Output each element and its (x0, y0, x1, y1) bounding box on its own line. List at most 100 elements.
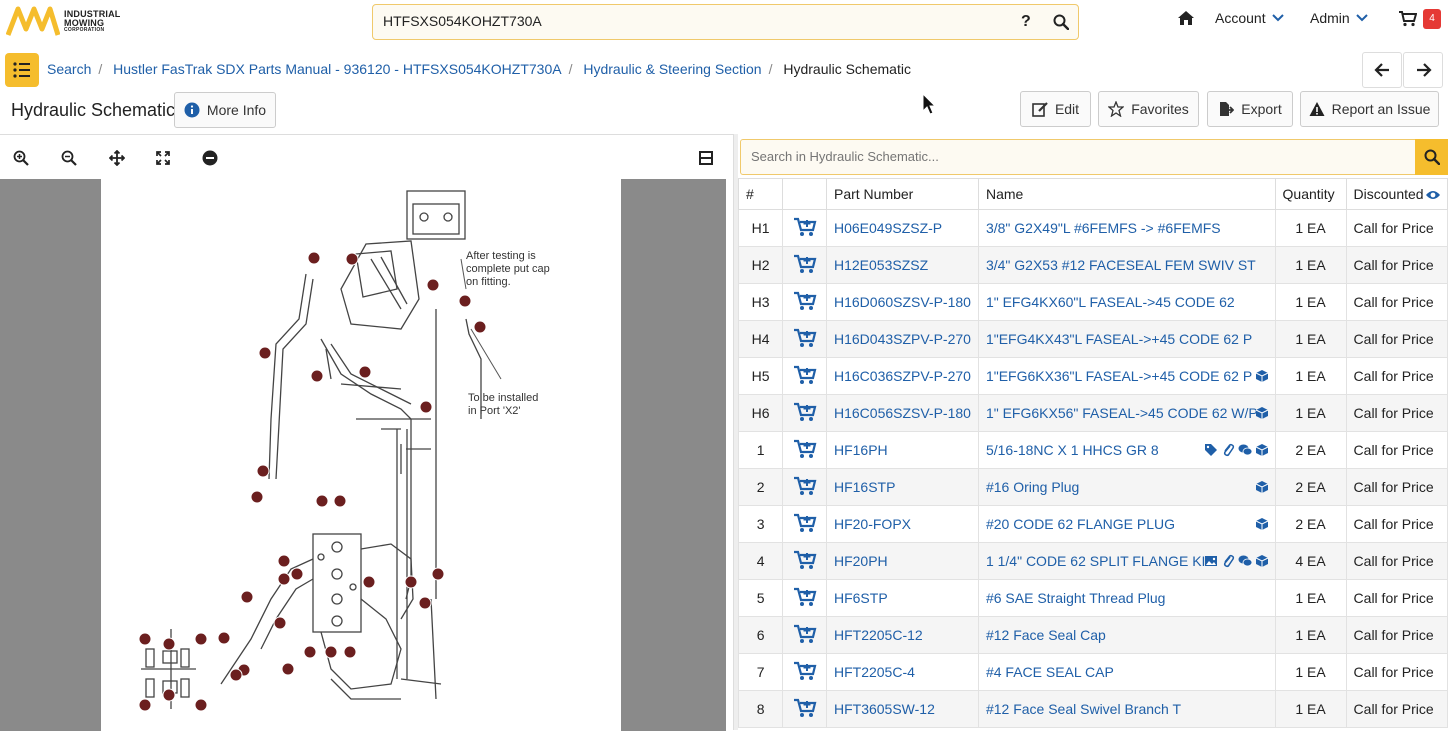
breadcrumb-search[interactable]: Search (47, 61, 91, 77)
admin-menu[interactable]: Admin (1310, 10, 1368, 26)
part-number-link[interactable]: HF16STP (834, 479, 895, 495)
table-row[interactable]: 2 HF16STP #16 Oring Plug 2 EA Call for Price (737, 468, 1448, 506)
add-to-cart-button[interactable] (782, 320, 827, 358)
part-name-link[interactable]: #20 CODE 62 FLANGE PLUG (986, 516, 1175, 532)
part-name-link[interactable]: #16 Oring Plug (986, 479, 1079, 495)
account-menu[interactable]: Account (1215, 10, 1284, 26)
search-icon[interactable] (1053, 14, 1069, 30)
table-row[interactable]: H2 H12E053SZSZ 3/4" G2X53 #12 FACESEAL FEM… (737, 246, 1448, 284)
diagram-viewer[interactable]: After testing is complete put cap on fit… (0, 179, 726, 731)
home-link[interactable] (1177, 10, 1195, 26)
cube-icon[interactable] (1255, 369, 1269, 386)
table-row[interactable]: 7 HFT2205C-4 #4 FACE SEAL CAP 1 EA Call for … (737, 653, 1448, 691)
clear-highlight-button[interactable] (190, 143, 230, 173)
col-num-header[interactable]: # (737, 178, 784, 210)
breadcrumb-parts-manual[interactable]: Hustler FasTrak SDX Parts Manual - 93612… (113, 61, 561, 77)
cube-icon[interactable] (1255, 406, 1269, 423)
part-number-link[interactable]: H16D060SZSV-P-180 (834, 294, 971, 310)
add-to-cart-button[interactable] (782, 690, 827, 728)
cart-button[interactable]: 4 (1399, 9, 1441, 29)
table-row[interactable]: H5 H16C036SZPV-P-270 1"EFG6KX36"L FASEAL->… (737, 357, 1448, 395)
add-to-cart-button[interactable] (782, 394, 827, 432)
col-name-header[interactable]: Name (977, 178, 1276, 210)
table-row[interactable]: H4 H16D043SZPV-P-270 1"EFG4KX43"L FASEAL->… (737, 320, 1448, 358)
add-to-cart-button[interactable] (782, 505, 827, 543)
add-to-cart-button[interactable] (782, 579, 827, 617)
table-row[interactable]: H1 H06E049SZSZ-P 3/8" G2X49"L #6FEMFS -> #… (737, 209, 1448, 247)
table-row[interactable]: 3 HF20-FOPX #20 CODE 62 FLANGE PLUG 2 EA Cal… (737, 505, 1448, 543)
table-row[interactable]: 8 HFT3605SW-12 #12 Face Seal Swivel Branch… (737, 690, 1448, 728)
comments-icon[interactable] (1238, 554, 1252, 571)
add-to-cart-button[interactable] (782, 209, 827, 247)
table-row[interactable]: 4 HF20PH 1 1/4" CODE 62 SPLIT FLANGE KIT 4 … (737, 542, 1448, 580)
cube-icon[interactable] (1255, 517, 1269, 534)
menu-toggle-button[interactable] (5, 53, 39, 87)
part-name-link[interactable]: #4 FACE SEAL CAP (986, 664, 1114, 680)
paperclip-icon[interactable] (1221, 554, 1235, 571)
part-number-link[interactable]: H12E053SZSZ (834, 257, 928, 273)
edit-button[interactable]: Edit (1020, 91, 1091, 127)
col-part-number-header[interactable]: Part Number (825, 178, 979, 210)
image-icon[interactable] (1204, 554, 1218, 571)
part-name-link[interactable]: 1"EFG6KX36"L FASEAL->+45 CODE 62 P (986, 368, 1252, 384)
global-search-input[interactable] (383, 13, 1003, 29)
add-to-cart-button[interactable] (782, 246, 827, 284)
eye-icon[interactable] (1425, 189, 1441, 201)
table-row[interactable]: 1 HF16PH 5/16-18NC X 1 HHCS GR 8 2 EA Call f… (737, 431, 1448, 469)
report-issue-button[interactable]: Report an Issue (1300, 91, 1439, 127)
toggle-layout-button[interactable] (686, 143, 726, 173)
table-row[interactable]: 6 HFT2205C-12 #12 Face Seal Cap 1 EA Call fo… (737, 616, 1448, 654)
part-number-link[interactable]: H16C056SZSV-P-180 (834, 405, 971, 421)
next-button[interactable] (1403, 52, 1443, 88)
add-to-cart-button[interactable] (782, 357, 827, 395)
tags-icon[interactable] (1204, 443, 1218, 460)
add-to-cart-button[interactable] (782, 542, 827, 580)
part-name-link[interactable]: 5/16-18NC X 1 HHCS GR 8 (986, 442, 1159, 458)
part-number-link[interactable]: H06E049SZSZ-P (834, 220, 942, 236)
table-row[interactable]: 5 HF6STP #6 SAE Straight Thread Plug 1 EA Ca… (737, 579, 1448, 617)
part-number-link[interactable]: HFT2205C-12 (834, 627, 923, 643)
add-to-cart-button[interactable] (782, 468, 827, 506)
parts-search-input[interactable] (741, 140, 1401, 173)
part-number-link[interactable]: HF20-FOPX (834, 516, 911, 532)
add-to-cart-button[interactable] (782, 431, 827, 469)
part-name-link[interactable]: #12 Face Seal Swivel Branch T (986, 701, 1181, 717)
zoom-out-button[interactable] (49, 143, 89, 173)
part-name-link[interactable]: #6 SAE Straight Thread Plug (986, 590, 1166, 606)
part-number-link[interactable]: HF16PH (834, 442, 888, 458)
schematic-sheet[interactable]: After testing is complete put cap on fit… (101, 179, 621, 731)
part-number-link[interactable]: HF20PH (834, 553, 888, 569)
more-info-button[interactable]: More Info (174, 92, 276, 128)
company-logo[interactable]: INDUSTRIAL MOWING CORPORATION (6, 5, 121, 37)
pan-button[interactable] (97, 143, 137, 173)
previous-button[interactable] (1362, 52, 1402, 88)
part-name-link[interactable]: 3/4" G2X53 #12 FACESEAL FEM SWIV ST (986, 257, 1256, 273)
table-row[interactable]: H3 H16D060SZSV-P-180 1" EFG4KX60"L FASEAL-… (737, 283, 1448, 321)
cube-icon[interactable] (1255, 480, 1269, 497)
parts-search-button[interactable] (1415, 139, 1448, 175)
col-quantity-header[interactable]: Quantity (1274, 178, 1347, 210)
fit-to-screen-button[interactable] (143, 143, 183, 173)
part-name-link[interactable]: 1 1/4" CODE 62 SPLIT FLANGE KIT (986, 553, 1214, 569)
part-name-link[interactable]: 1" EFG6KX56" FASEAL->45 CODE 62 W/P (986, 405, 1258, 421)
comments-icon[interactable] (1238, 443, 1252, 460)
part-name-link[interactable]: 1" EFG4KX60"L FASEAL->45 CODE 62 (986, 294, 1235, 310)
favorites-button[interactable]: Favorites (1098, 91, 1199, 127)
add-to-cart-button[interactable] (782, 283, 827, 321)
add-to-cart-button[interactable] (782, 616, 827, 654)
part-name-link[interactable]: #12 Face Seal Cap (986, 627, 1106, 643)
col-discounted-header[interactable]: Discounted (1345, 178, 1448, 210)
paperclip-icon[interactable] (1221, 443, 1235, 460)
cube-icon[interactable] (1255, 554, 1269, 571)
cube-icon[interactable] (1255, 443, 1269, 460)
part-name-link[interactable]: 3/8" G2X49"L #6FEMFS -> #6FEMFS (986, 220, 1221, 236)
export-button[interactable]: Export (1207, 91, 1293, 127)
breadcrumb-section[interactable]: Hydraulic & Steering Section (583, 61, 761, 77)
part-number-link[interactable]: HFT3605SW-12 (834, 701, 935, 717)
part-name-link[interactable]: 1"EFG4KX43"L FASEAL->+45 CODE 62 P (986, 331, 1252, 347)
part-number-link[interactable]: H16C036SZPV-P-270 (834, 368, 971, 384)
table-row[interactable]: H6 H16C056SZSV-P-180 1" EFG6KX56" FASEAL->… (737, 394, 1448, 432)
part-number-link[interactable]: HFT2205C-4 (834, 664, 915, 680)
zoom-in-button[interactable] (1, 143, 41, 173)
part-number-link[interactable]: HF6STP (834, 590, 888, 606)
